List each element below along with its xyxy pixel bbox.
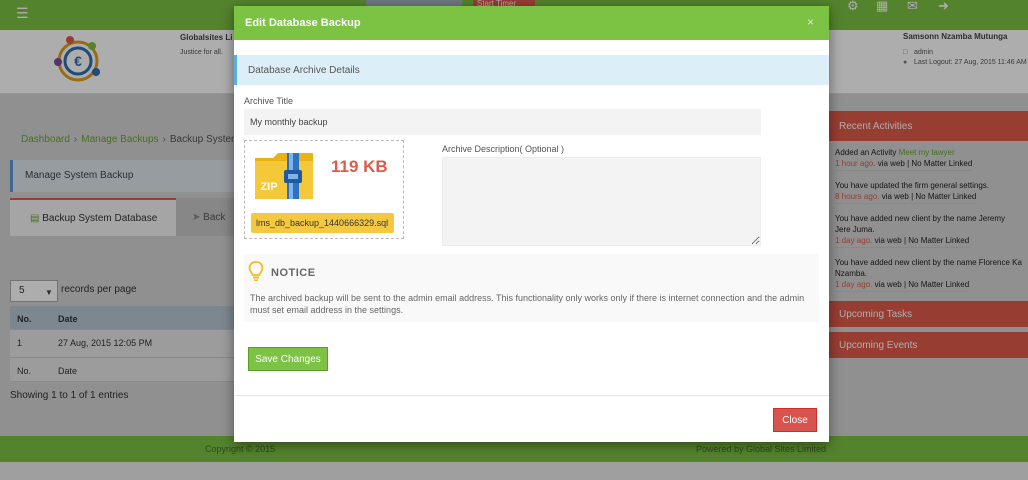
file-size: 119 KB — [331, 157, 388, 176]
edit-backup-modal: Edit Database Backup × Database Archive … — [234, 6, 829, 442]
save-changes-button[interactable]: Save Changes — [248, 347, 328, 371]
notice-box: NOTICE The archived backup will be sent … — [244, 254, 819, 322]
lightbulb-icon — [248, 261, 264, 281]
modal-title: Edit Database Backup — [245, 17, 361, 29]
notice-text: The archived backup will be sent to the … — [250, 293, 805, 315]
section-title: Database Archive Details — [234, 55, 829, 85]
description-textarea[interactable] — [442, 157, 761, 246]
description-label: Archive Description( Optional ) — [442, 144, 565, 154]
zip-label: ZIP — [260, 181, 277, 193]
zip-archive-icon: ZIP — [255, 153, 313, 199]
modal-footer-divider — [234, 395, 829, 396]
archive-title-label: Archive Title — [244, 96, 294, 106]
backup-file-box: ZIP 119 KB lms_db_backup_1440666329.sql — [244, 140, 404, 239]
file-name-badge[interactable]: lms_db_backup_1440666329.sql — [251, 213, 394, 233]
archive-title-input[interactable] — [244, 109, 761, 135]
notice-title: NOTICE — [271, 267, 316, 279]
close-button[interactable]: Close — [773, 408, 817, 432]
close-icon[interactable]: × — [807, 15, 814, 29]
modal-header: Edit Database Backup × — [234, 6, 829, 40]
